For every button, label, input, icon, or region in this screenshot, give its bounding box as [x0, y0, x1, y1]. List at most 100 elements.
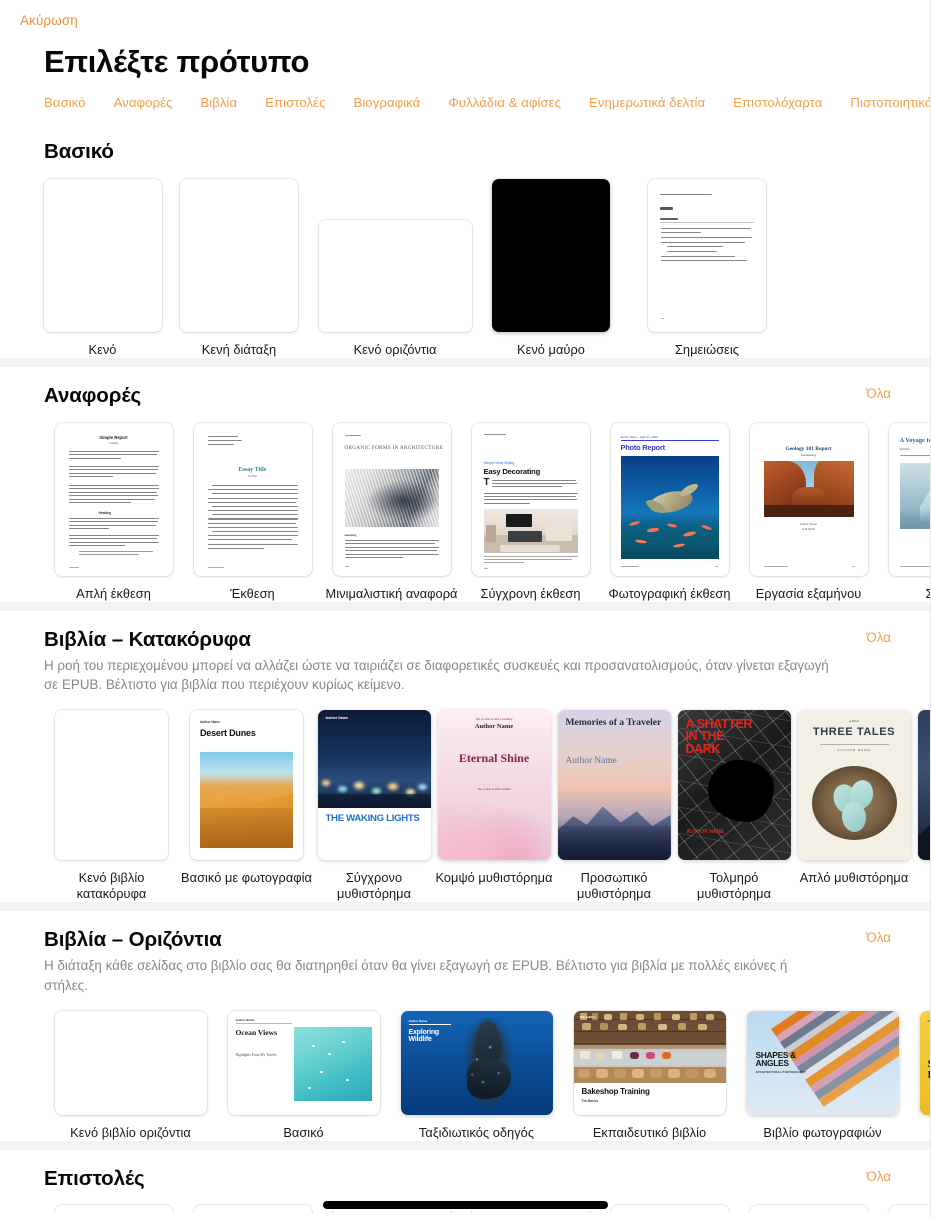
section-books-landscape-row[interactable]: Κενό βιβλίο οριζόντια Author Name Ocean … [0, 995, 931, 1141]
template-thumbnail-basic-landscape[interactable]: Author Name Ocean Views Highlights From … [227, 1010, 380, 1115]
template-thumbnail-school-report[interactable]: A Voyage to the Arctic Subtitle [888, 422, 931, 576]
template-tile-minimal-report[interactable]: ORGANIC FORMS IN ARCHITECTURE Heading Μι… [322, 422, 461, 602]
template-thumbnail-blank-layout[interactable] [180, 178, 298, 332]
template-tile-photo-book[interactable]: SHAPES & ANGLES ARCHITECTURAL PHOTOGRAPH… [736, 1009, 909, 1141]
template-thumbnail-blank-black[interactable] [492, 178, 610, 332]
template-tile-essay[interactable]: Essay Title Subtitle Έκθεση [183, 422, 322, 602]
template-thumbnail-blank-book-landscape[interactable] [54, 1010, 207, 1115]
horizontal-scrollbar[interactable] [323, 1201, 608, 1209]
template-tile-educational-book[interactable]: 10th Edition Bakeshop Training The Basic… [563, 1009, 736, 1141]
see-all-link-reports[interactable]: Όλα [866, 386, 891, 401]
category-tab-stationery[interactable]: Επιστολόχαρτα [733, 95, 822, 110]
section-reports: Αναφορές Όλα Simple Report Subtitle Head… [0, 366, 931, 603]
category-tab-newsletters[interactable]: Ενημερωτικά δελτία [589, 95, 705, 110]
template-thumbnail-basic-photo-book[interactable]: Author Name Desert Dunes [190, 709, 303, 860]
category-tab-basic[interactable]: Βασικό [44, 95, 86, 110]
template-thumbnail-educational-book[interactable]: 10th Edition Bakeshop Training The Basic… [573, 1010, 726, 1115]
template-label: Ταξιδιωτικός οδηγός [418, 1124, 535, 1140]
template-thumbnail-modern-novel[interactable]: Author Name THE WAKING LIGHTS [317, 709, 431, 860]
template-label: Έκθεση [230, 585, 275, 601]
template-thumbnail-bold-novel[interactable]: A SHATTER IN THE DARK AUTHOR NAME [677, 709, 791, 860]
thumb-doc-title: A Voyage to the Arctic [899, 436, 931, 444]
top-bar: Ακύρωση [0, 0, 931, 40]
template-tile-term-paper[interactable]: Geology 101 Report Subheading Author Nam… [739, 422, 878, 602]
template-thumbnail-simple-report[interactable]: Simple Report Subtitle Heading [54, 422, 173, 576]
template-tile-blank-layout[interactable]: Κενή διάταξη [161, 178, 317, 358]
page-title: Επιλέξτε πρότυπο [44, 44, 310, 79]
template-label: Προσωπικό μυθιστόρημα [576, 869, 652, 902]
section-books-vertical-row[interactable]: Κενό βιβλίο κατακόρυφα Author Name Deser… [0, 695, 931, 903]
section-books-vertical: Βιβλία – Κατακόρυφα Η ροή του περιεχομέν… [0, 611, 931, 903]
template-label: Απλή έκθεση [76, 585, 151, 601]
template-tile-school-report[interactable]: A Voyage to the Arctic Subtitle Σχολικό [878, 422, 931, 602]
category-tab-flyers[interactable]: Φυλλάδια & αφίσες [448, 95, 561, 110]
template-tile-basic-landscape[interactable]: Author Name Ocean Views Highlights From … [217, 1009, 390, 1141]
template-thumbnail-modern-report[interactable]: Simple Home Styling Easy Decorating T [471, 422, 590, 576]
template-tile-recipes[interactable]: Recipes for Soup by Author Strawberry Ra… [909, 1009, 931, 1141]
template-tile-modern-report[interactable]: Simple Home Styling Easy Decorating T Σύ… [461, 422, 600, 602]
section-books-landscape-header: Βιβλία – Οριζόντια Η διάταξη κάθε σελίδα… [0, 911, 931, 994]
thumb-doc-note: Author Name [235, 1017, 255, 1022]
thumb-doc-note: 10th Edition [579, 1014, 596, 1019]
section-reports-header: Αναφορές Όλα [0, 367, 931, 408]
template-thumbnail-notes[interactable] [648, 178, 766, 332]
section-basic-row[interactable]: Κενό Κενή διάταξη Κενό οριζόντια Κενό μα… [0, 164, 931, 358]
template-tile-elegant-novel[interactable]: Tap or click to add a heading Author Nam… [434, 709, 554, 886]
cancel-button[interactable]: Ακύρωση [20, 13, 78, 28]
template-thumbnail-minimal-report[interactable]: ORGANIC FORMS IN ARCHITECTURE Heading [332, 422, 451, 576]
thumb-doc-subtitle: AUTHOR NAME [686, 828, 725, 835]
category-tab-resumes[interactable]: Βιογραφικά [353, 95, 420, 110]
template-tile-bold-novel[interactable]: A SHATTER IN THE DARK AUTHOR NAME Τολμηρ… [674, 709, 794, 903]
template-thumbnail-term-paper[interactable]: Geology 101 Report Subheading Author Nam… [749, 422, 868, 576]
thumb-doc-subtitle: Subtitle [108, 440, 119, 445]
see-all-link-letters[interactable]: Όλα [866, 1169, 891, 1184]
template-tile-simple-novel[interactable]: A Novel THREE TALES AUTHOR NAME Απλό μυθ… [794, 709, 914, 886]
template-tile-blank[interactable]: Κενό [43, 178, 162, 358]
thumb-doc-subtitle: Subtitle [247, 474, 258, 479]
template-tile-blank-black[interactable]: Κενό μαύρο [473, 178, 629, 358]
section-title: Επιστολές [44, 1167, 145, 1191]
template-tile-notes[interactable]: Σημειώσεις [629, 178, 785, 358]
template-thumbnail-blank-book-vertical[interactable] [55, 709, 168, 860]
template-thumbnail-simple-novel[interactable]: A Novel THREE TALES AUTHOR NAME [797, 709, 911, 860]
thumb-doc-title: Ocean Views [235, 1027, 278, 1037]
template-thumbnail-elegant-novel[interactable]: Tap or click to add a heading Author Nam… [437, 709, 551, 860]
thumb-doc-title: Desert Dunes [200, 727, 256, 738]
template-tile-travel-guide[interactable]: Author Name Exploring Wildlife Ταξιδιωτι… [390, 1009, 563, 1141]
template-thumbnail-personal-novel[interactable]: Memories of a Traveler Author Name [557, 709, 671, 860]
thumb-doc-subtitle: ARCHITECTURAL PHOTOGRAPHY [755, 1070, 807, 1074]
template-thumbnail-photo-book[interactable]: SHAPES & ANGLES ARCHITECTURAL PHOTOGRAPH… [746, 1010, 899, 1115]
section-basic-header: Βασικό [0, 123, 931, 164]
template-label: Μινιμαλιστική αναφορά [325, 585, 458, 601]
template-thumbnail-blank[interactable] [43, 178, 162, 332]
template-label: Βασικό [283, 1124, 324, 1140]
template-tile-blank-book-landscape[interactable]: Κενό βιβλίο οριζόντια [44, 1009, 217, 1141]
template-thumbnail-blank-landscape[interactable] [318, 219, 472, 332]
template-tile-modern-novel[interactable]: Author Name THE WAKING LIGHTS Σύγχρονο μ… [314, 709, 434, 903]
template-thumbnail-travel-guide[interactable]: Author Name Exploring Wildlife [400, 1010, 553, 1115]
category-tab-letters[interactable]: Επιστολές [265, 95, 325, 110]
template-tile-simple-report[interactable]: Simple Report Subtitle Heading Απλή έκθε… [44, 422, 183, 602]
thumb-doc-subtitle: Author Name [200, 719, 221, 724]
template-thumbnail-modern-book[interactable] [917, 709, 931, 860]
see-all-link-books-landscape[interactable]: Όλα [866, 930, 891, 945]
template-tile-blank-book-vertical[interactable]: Κενό βιβλίο κατακόρυφα [44, 709, 179, 903]
thumb-doc-title: THE WAKING LIGHTS [325, 812, 420, 824]
thumb-doc-subtitle: The Basics [581, 1098, 599, 1103]
template-tile-blank-landscape[interactable]: Κενό οριζόντια [317, 178, 473, 358]
template-tile-photo-report[interactable]: Author Name · April 14, 2020 Photo Repor… [600, 422, 739, 602]
section-reports-row[interactable]: Simple Report Subtitle Heading Απλή έκθε… [0, 408, 931, 602]
template-thumbnail-essay[interactable]: Essay Title Subtitle [193, 422, 312, 576]
category-tab-certificates[interactable]: Πιστοποιητικά [850, 95, 931, 110]
thumb-doc-note: A Novel [848, 718, 860, 723]
section-books-landscape: Βιβλία – Οριζόντια Η διάταξη κάθε σελίδα… [0, 911, 931, 1142]
template-tile-personal-novel[interactable]: Memories of a Traveler Author Name Προσω… [554, 709, 674, 903]
template-tile-modern-book[interactable]: Μοντέρνο [914, 709, 931, 886]
template-tile-basic-photo-book[interactable]: Author Name Desert Dunes Βασικό με φωτογ… [179, 709, 314, 886]
category-tab-books[interactable]: Βιβλία [200, 95, 237, 110]
category-tab-reports[interactable]: Αναφορές [114, 95, 173, 110]
see-all-link-books-vertical[interactable]: Όλα [866, 630, 891, 645]
category-nav[interactable]: Βασικό Αναφορές Βιβλία Επιστολές Βιογραφ… [0, 81, 931, 123]
template-label: Βασικό με φωτογραφία [181, 869, 312, 885]
template-thumbnail-photo-report[interactable]: Author Name · April 14, 2020 Photo Repor… [610, 422, 729, 576]
